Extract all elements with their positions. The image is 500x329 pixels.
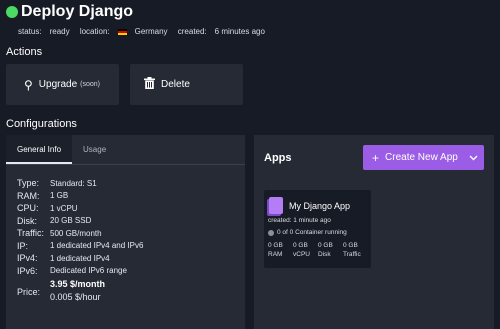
created-label: created: (177, 27, 207, 36)
upgrade-button[interactable]: ⚲ Upgrade (soon) (6, 64, 119, 105)
spec-table: Type: Standard: S1 RAM: 1 GB CPU: 1 vCPU Di… (17, 177, 245, 302)
spec-key: Traffic: (17, 228, 45, 239)
actions-heading: Actions (6, 46, 43, 58)
config-tabs: General Info Usage (6, 135, 245, 165)
stat-label: Disk (318, 251, 331, 258)
spec-key: IPv4: (17, 253, 38, 264)
spec-row: Traffic: 500 GB/month (17, 227, 245, 240)
configurations-heading: Configurations (6, 118, 77, 130)
spec-value: 1 dedicated IPv4 (50, 253, 110, 263)
status-dot-icon (6, 6, 18, 18)
spec-key: RAM: (17, 190, 40, 201)
spec-row: IP: 1 dedicated IPv4 and IPv6 (17, 240, 245, 253)
tab-usage[interactable]: Usage (72, 135, 117, 164)
spec-value: 1 GB (50, 191, 69, 201)
spec-row: Disk: 20 GB SSD (17, 215, 245, 228)
apps-heading: Apps (264, 152, 292, 164)
app-card[interactable]: My Django App created: 1 minute ago 0 of… (264, 190, 371, 268)
container-status-dot-icon (268, 229, 274, 236)
stat-ram: 0 GB RAM (268, 241, 293, 259)
spec-value: Standard: S1 (50, 178, 97, 188)
plus-icon: + (372, 150, 380, 165)
spec-row: CPU: 1 vCPU (17, 202, 245, 215)
spec-key: Type: (17, 178, 40, 189)
price-hour: 0.005 $/hour (50, 292, 101, 302)
create-new-app-button[interactable]: + Create New App (363, 145, 484, 170)
tab-general-info[interactable]: General Info (6, 135, 73, 164)
stat-value: 0 GB (318, 242, 333, 249)
create-new-app-label: Create New App (385, 152, 458, 163)
stat-label: RAM (268, 251, 283, 258)
stat-value: 0 GB (268, 242, 283, 249)
spec-key: Disk: (17, 215, 37, 226)
spec-row: IPv4: 1 dedicated IPv4 (17, 252, 245, 265)
stat-value: 0 GB (343, 242, 358, 249)
spec-value: 20 GB SSD (50, 216, 92, 226)
delete-button[interactable]: Delete (130, 64, 243, 105)
upgrade-icon: ⚲ (24, 77, 33, 92)
price-label: Price: (17, 287, 41, 297)
spec-key: IP: (17, 240, 29, 251)
delete-label: Delete (161, 79, 190, 90)
configurations-panel: General Info Usage Type: Standard: S1 RAM… (6, 135, 245, 329)
location-label: location: (79, 27, 110, 36)
germany-flag-icon (117, 29, 127, 35)
upgrade-soon-note: (soon) (80, 81, 100, 88)
app-status-text: 0 of 0 Container running (277, 229, 347, 236)
app-created: created: 1 minute ago (268, 217, 331, 224)
app-icon (269, 197, 283, 214)
chevron-down-icon[interactable] (462, 145, 484, 170)
spec-value: 500 GB/month (50, 228, 102, 238)
page-title: Deploy Django (21, 3, 134, 20)
stat-label: Traffic (343, 251, 361, 258)
trash-icon (144, 77, 155, 92)
stat-label: vCPU (293, 251, 310, 258)
spec-row: Type: Standard: S1 (17, 177, 245, 190)
server-meta: status: ready location: Germany created: 6 … (18, 27, 273, 36)
upgrade-label: Upgrade (38, 79, 78, 90)
status-label: status: (18, 27, 42, 36)
spec-value: Dedicated IPv6 range (50, 266, 127, 276)
stat-disk: 0 GB Disk (318, 241, 343, 259)
price-month: 3.95 $/month (50, 279, 106, 289)
stat-value: 0 GB (293, 242, 308, 249)
app-name: My Django App (289, 201, 351, 211)
stat-traffic: 0 GB Traffic (343, 241, 368, 259)
spec-key: IPv6: (17, 265, 38, 276)
price-row: Price: 3.95 $/month 0.005 $/hour (17, 279, 245, 302)
created-value: 6 minutes ago (214, 27, 265, 36)
spec-key: CPU: (17, 203, 39, 214)
spec-row: IPv6: Dedicated IPv6 range (17, 265, 245, 278)
server-header: Deploy Django status: ready location: Germ… (6, 3, 273, 36)
status-value: ready (49, 27, 70, 36)
app-stats: 0 GB RAM 0 GB vCPU 0 GB Disk 0 GB Traffic (268, 241, 368, 259)
spec-row: RAM: 1 GB (17, 190, 245, 203)
app-container-status: 0 of 0 Container running (268, 229, 347, 236)
apps-panel: Apps + Create New App My Django App crea… (254, 135, 494, 329)
stat-vcpu: 0 GB vCPU (293, 241, 318, 259)
spec-value: 1 dedicated IPv4 and IPv6 (50, 241, 144, 251)
spec-value: 1 vCPU (50, 203, 78, 213)
location-value: Germany (134, 27, 168, 36)
